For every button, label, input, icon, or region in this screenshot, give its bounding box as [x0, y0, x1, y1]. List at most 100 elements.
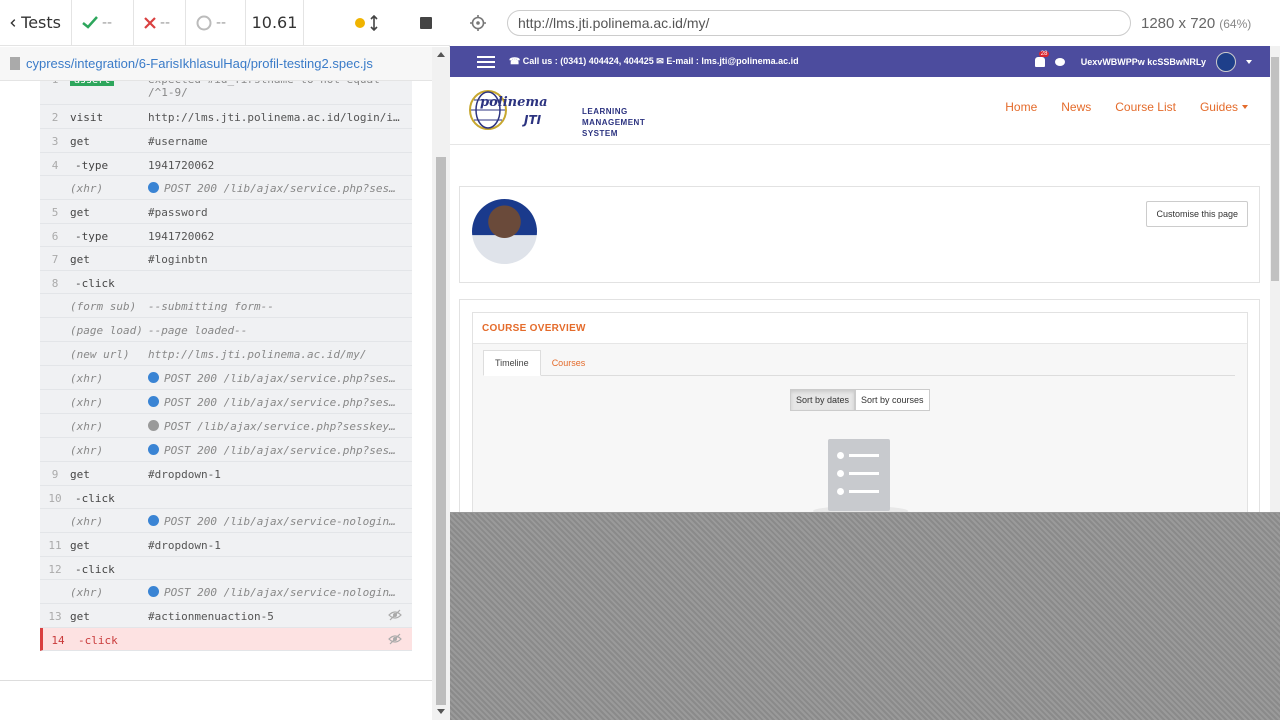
command-number	[40, 294, 70, 300]
spec-file-bar[interactable]: cypress/integration/6-FarisIkhlasulHaq/p…	[0, 47, 432, 81]
tests-button[interactable]: Tests	[0, 0, 72, 46]
chevron-down-icon	[1242, 105, 1248, 109]
command-name: assert	[70, 81, 148, 86]
hamburger-menu-icon[interactable]	[477, 53, 495, 71]
command-message-text: #username	[148, 135, 208, 148]
aut-scroll-thumb[interactable]	[1271, 57, 1279, 281]
command-name: (xhr)	[70, 444, 104, 457]
command-row[interactable]: 12 -click	[40, 557, 412, 580]
sort-by-courses-button[interactable]: Sort by courses	[855, 389, 930, 411]
lms-navbar: polinema JTI LEARNING MANAGEMENT SYSTEM …	[450, 77, 1270, 145]
site-logo[interactable]: polinema JTI LEARNING MANAGEMENT SYSTEM	[468, 87, 645, 138]
avatar[interactable]	[1216, 51, 1236, 72]
passed-value: --	[102, 14, 113, 31]
nav-guides[interactable]: Guides	[1200, 100, 1248, 114]
stop-icon[interactable]	[420, 16, 432, 29]
command-name: get	[70, 610, 90, 623]
logo-text: LEARNING MANAGEMENT SYSTEM	[582, 106, 645, 139]
course-overview-block: COURSE OVERVIEW Timeline Courses Sort by…	[459, 299, 1260, 512]
notification-bell-icon[interactable]: 28	[1034, 50, 1050, 67]
scroll-down-arrow[interactable]	[437, 709, 445, 714]
command-row[interactable]: 10 -click	[40, 486, 412, 509]
reporter-header: Tests -- -- -- 10.61	[0, 0, 450, 46]
command-name: (xhr)	[70, 372, 104, 385]
logo-line-2: MANAGEMENT	[582, 118, 646, 127]
command-event-row[interactable]: (page load) --page loaded--	[40, 318, 412, 342]
user-area: 28 UexvWBWPPw kcSSBwNRLy	[1034, 46, 1252, 77]
xhr-status-dot	[148, 420, 159, 431]
chevron-down-icon[interactable]	[1246, 59, 1252, 64]
command-event-row[interactable]: (xhr) POST 200 /lib/ajax/service-nologin…	[40, 509, 412, 533]
command-row[interactable]: 14 -click	[40, 628, 412, 651]
command-number: 13	[48, 610, 62, 623]
command-number	[40, 318, 70, 324]
command-event-row[interactable]: (xhr) POST /lib/ajax/service.php?sesskey…	[40, 414, 412, 438]
command-row[interactable]: 7 get #loginbtn	[40, 247, 412, 271]
command-message: --submitting form--	[148, 294, 403, 313]
xhr-status-dot	[148, 182, 159, 193]
command-message-text: #dropdown-1	[148, 468, 221, 481]
nav-course-list[interactable]: Course List	[1115, 100, 1176, 114]
passed-count: --	[72, 0, 134, 46]
nav-home[interactable]: Home	[1005, 100, 1037, 114]
chat-icon[interactable]	[1054, 57, 1065, 66]
command-message-text: POST 200 /lib/ajax/service.php?ses…	[164, 372, 396, 385]
command-number: 11	[48, 539, 62, 552]
command-number	[40, 580, 70, 586]
command-row[interactable]: 3 get #username	[40, 129, 412, 153]
profile-header: Customise this page	[459, 186, 1260, 283]
file-icon	[10, 57, 20, 70]
command-row[interactable]: 8 -click	[40, 271, 412, 294]
command-row[interactable]: 11 get #dropdown-1	[40, 533, 412, 557]
tests-label: Tests	[21, 13, 61, 32]
command-event-row[interactable]: (new url) http://lms.jti.polinema.ac.id/m…	[40, 342, 412, 366]
command-message: #dropdown-1	[148, 462, 403, 481]
tab-timeline[interactable]: Timeline	[483, 350, 541, 376]
reporter-scroll-thumb[interactable]	[436, 157, 446, 705]
command-row[interactable]: 9 get #dropdown-1	[40, 462, 412, 486]
command-name: (form sub)	[70, 300, 137, 313]
tab-courses[interactable]: Courses	[541, 350, 597, 376]
url-bar[interactable]: http://lms.jti.polinema.ac.id/my/	[507, 10, 1131, 36]
command-message: #loginbtn	[148, 247, 403, 266]
command-row[interactable]: 2 visit http://lms.jti.polinema.ac.id/logi…	[40, 105, 412, 129]
command-event-row[interactable]: (xhr) POST 200 /lib/ajax/service.php?ses…	[40, 438, 412, 462]
command-name: get	[70, 253, 90, 266]
command-message: http://lms.jti.polinema.ac.id/login/i…	[148, 105, 403, 124]
username[interactable]: UexvWBWPPw kcSSBwNRLy	[1081, 57, 1206, 67]
pending-value: --	[216, 14, 227, 31]
command-row[interactable]: 4 -type 1941720062	[40, 153, 412, 176]
command-name: (xhr)	[70, 586, 104, 599]
command-name: get	[70, 135, 90, 148]
command-name: -click	[75, 563, 115, 576]
cypress-reporter: Tests -- -- -- 10.61 cypress/integration…	[0, 0, 450, 720]
command-message-text: #loginbtn	[148, 253, 208, 266]
circle-icon	[196, 15, 212, 30]
selector-playground-icon[interactable]	[470, 15, 486, 31]
command-message: #actionmenuaction-5	[148, 604, 403, 623]
command-row[interactable]: 13 get #actionmenuaction-5	[40, 604, 412, 628]
command-event-row[interactable]: (xhr) POST 200 /lib/ajax/service.php?ses…	[40, 366, 412, 390]
command-event-row[interactable]: (xhr) POST 200 /lib/ajax/service.php?ses…	[40, 390, 412, 414]
nav-news[interactable]: News	[1061, 100, 1091, 114]
command-name: get	[70, 206, 90, 219]
command-event-row[interactable]: (xhr) POST 200 /lib/ajax/service-nologin…	[40, 580, 412, 604]
command-message: 1941720062	[148, 153, 403, 172]
command-event-row[interactable]: (xhr) POST 200 /lib/ajax/service.php?ses…	[40, 176, 412, 200]
logo-line-3: SYSTEM	[582, 129, 618, 138]
command-name: -type	[75, 159, 109, 172]
command-list: 1assert expected #id_firstname to not equ…	[40, 81, 412, 651]
command-name: visit	[70, 111, 104, 124]
logo-brand: polinema	[480, 95, 548, 110]
command-row[interactable]: 6 -type 1941720062	[40, 224, 412, 247]
command-event-row[interactable]: (form sub) --submitting form--	[40, 294, 412, 318]
aut-header: http://lms.jti.polinema.ac.id/my/ 1280 x…	[450, 0, 1280, 46]
xhr-status-dot	[148, 444, 159, 455]
customise-page-button[interactable]: Customise this page	[1146, 201, 1248, 227]
sort-by-dates-button[interactable]: Sort by dates	[790, 389, 856, 411]
auto-scroll-icon[interactable]	[354, 14, 382, 31]
command-row[interactable]: 5 get #password	[40, 200, 412, 224]
command-row[interactable]: 1assert expected #id_firstname to not equ…	[40, 81, 412, 105]
scroll-up-arrow[interactable]	[437, 52, 445, 57]
viewport-scale: (64%)	[1219, 16, 1252, 31]
